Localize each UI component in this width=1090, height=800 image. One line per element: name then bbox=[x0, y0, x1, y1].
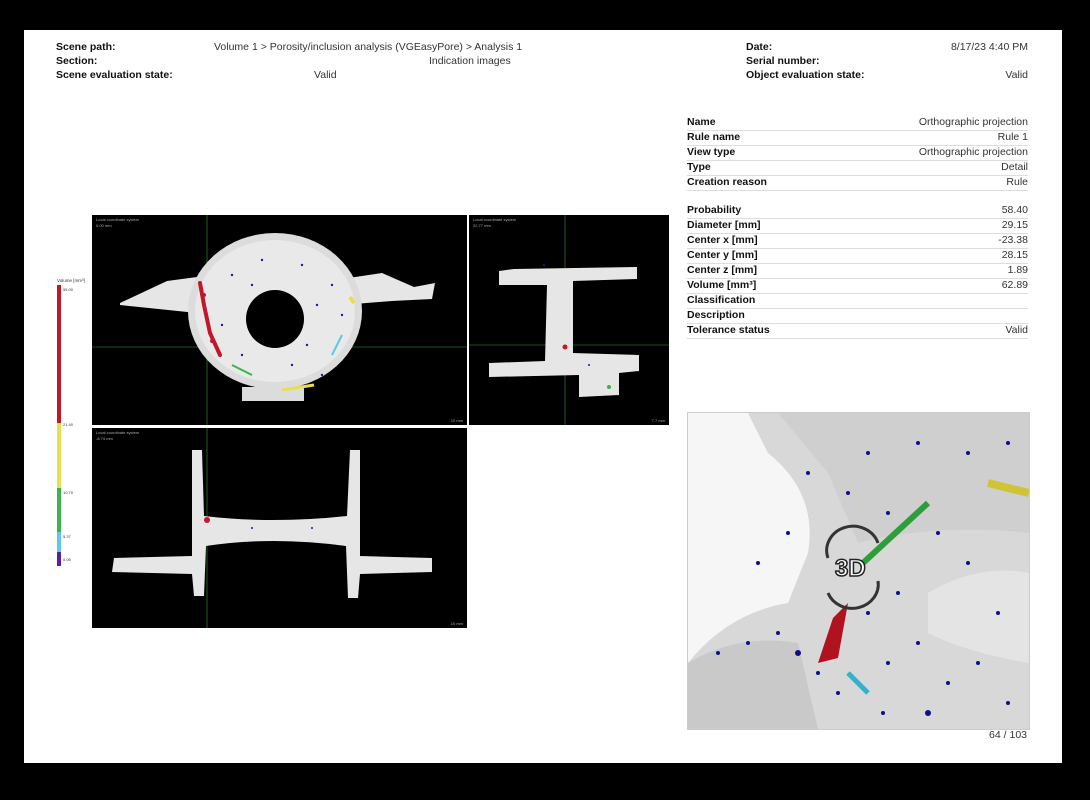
measurement-value: 58.40 bbox=[1001, 204, 1028, 216]
measurement-row: Classification bbox=[687, 293, 1028, 309]
measurement-value: 28.15 bbox=[1001, 249, 1028, 261]
measurement-row: Diameter [mm] 29.15 bbox=[687, 218, 1028, 234]
legend-tick: 21.40 bbox=[63, 422, 74, 427]
object-eval-value: Valid bbox=[1005, 69, 1028, 81]
scene-eval-value: Valid bbox=[314, 69, 337, 81]
section-value: Indication images bbox=[429, 55, 511, 67]
measurement-row: Tolerance status Valid bbox=[687, 323, 1028, 339]
measurement-value: -23.38 bbox=[998, 234, 1028, 246]
measurement-key: Classification bbox=[687, 294, 756, 306]
property-value: Orthographic projection bbox=[918, 116, 1028, 128]
measurement-value: Valid bbox=[1005, 324, 1028, 336]
property-key: Rule name bbox=[687, 131, 741, 143]
3d-view-badge[interactable]: 3D bbox=[834, 554, 866, 583]
measurement-row: Probability 58.40 bbox=[687, 203, 1028, 219]
property-row: View type Orthographic projection bbox=[687, 145, 1028, 161]
measurement-key: Tolerance status bbox=[687, 324, 770, 336]
front-view-panel[interactable]: Local coordinate system -8.74 mm 10 mm bbox=[92, 428, 467, 628]
side-view-image bbox=[469, 215, 669, 425]
view-scale: 10 mm bbox=[450, 418, 463, 423]
measurement-key: Center z [mm] bbox=[687, 264, 758, 276]
property-value: Detail bbox=[1001, 161, 1028, 173]
measurement-row: Center y [mm] 28.15 bbox=[687, 248, 1028, 264]
scene-eval-label: Scene evaluation state: bbox=[56, 69, 173, 81]
property-key: Type bbox=[687, 161, 711, 173]
date-value: 8/17/23 4:40 PM bbox=[950, 41, 1028, 53]
property-key: Name bbox=[687, 116, 716, 128]
measurement-key: Diameter [mm] bbox=[687, 219, 761, 231]
measurement-row: Center z [mm] 1.89 bbox=[687, 263, 1028, 279]
report-page: Scene path: Volume 1 > Porosity/inclusio… bbox=[24, 30, 1062, 763]
legend-tick: 55.00 bbox=[63, 287, 74, 292]
date-label: Date: bbox=[746, 41, 773, 53]
measurement-key: Volume [mm³] bbox=[687, 279, 757, 291]
front-view-image bbox=[112, 428, 432, 628]
property-key: Creation reason bbox=[687, 176, 767, 188]
top-view-panel[interactable]: Local coordinate system 0.00 mm 10 mm bbox=[92, 215, 467, 425]
measurement-value: 29.15 bbox=[1001, 219, 1028, 231]
object-eval-label: Object evaluation state: bbox=[746, 69, 865, 81]
property-value: Orthographic projection bbox=[918, 146, 1028, 158]
view-scale: 10 mm bbox=[450, 621, 463, 626]
measurement-key: Description bbox=[687, 309, 745, 321]
legend-title: Volume [mm³] bbox=[57, 278, 85, 283]
property-key: View type bbox=[687, 146, 736, 158]
top-view-image bbox=[92, 215, 467, 425]
legend-tick: 10.70 bbox=[63, 490, 74, 495]
measurement-key: Center x [mm] bbox=[687, 234, 758, 246]
measurement-value: 62.89 bbox=[1001, 279, 1028, 291]
property-row: Name Orthographic projection bbox=[687, 115, 1028, 131]
serial-number-label: Serial number: bbox=[746, 55, 820, 67]
measurement-value: 1.89 bbox=[1007, 264, 1028, 276]
measurement-key: Probability bbox=[687, 204, 742, 216]
property-value: Rule bbox=[1006, 176, 1028, 188]
section-label: Section: bbox=[56, 55, 98, 67]
property-row: Creation reason Rule bbox=[687, 175, 1028, 191]
scene-path-label: Scene path: bbox=[56, 41, 116, 53]
measurement-row: Description bbox=[687, 308, 1028, 324]
legend-tick: 0.05 bbox=[63, 557, 71, 562]
property-value: Rule 1 bbox=[997, 131, 1028, 143]
measurement-key: Center y [mm] bbox=[687, 249, 758, 261]
property-row: Rule name Rule 1 bbox=[687, 130, 1028, 146]
scene-path-value: Volume 1 > Porosity/inclusion analysis (… bbox=[214, 41, 523, 53]
side-view-panel[interactable]: Local coordinate system 22.77 mm 7.7 mm bbox=[469, 215, 669, 425]
measurement-row: Center x [mm] -23.38 bbox=[687, 233, 1028, 249]
measurement-row: Volume [mm³] 62.89 bbox=[687, 278, 1028, 294]
legend-tick: 5.37 bbox=[63, 534, 71, 539]
page-number: 64 / 103 bbox=[989, 729, 1027, 741]
property-row: Type Detail bbox=[687, 160, 1028, 176]
view-scale: 7.7 mm bbox=[651, 418, 665, 423]
render-3d-panel[interactable]: 3D bbox=[687, 412, 1030, 730]
